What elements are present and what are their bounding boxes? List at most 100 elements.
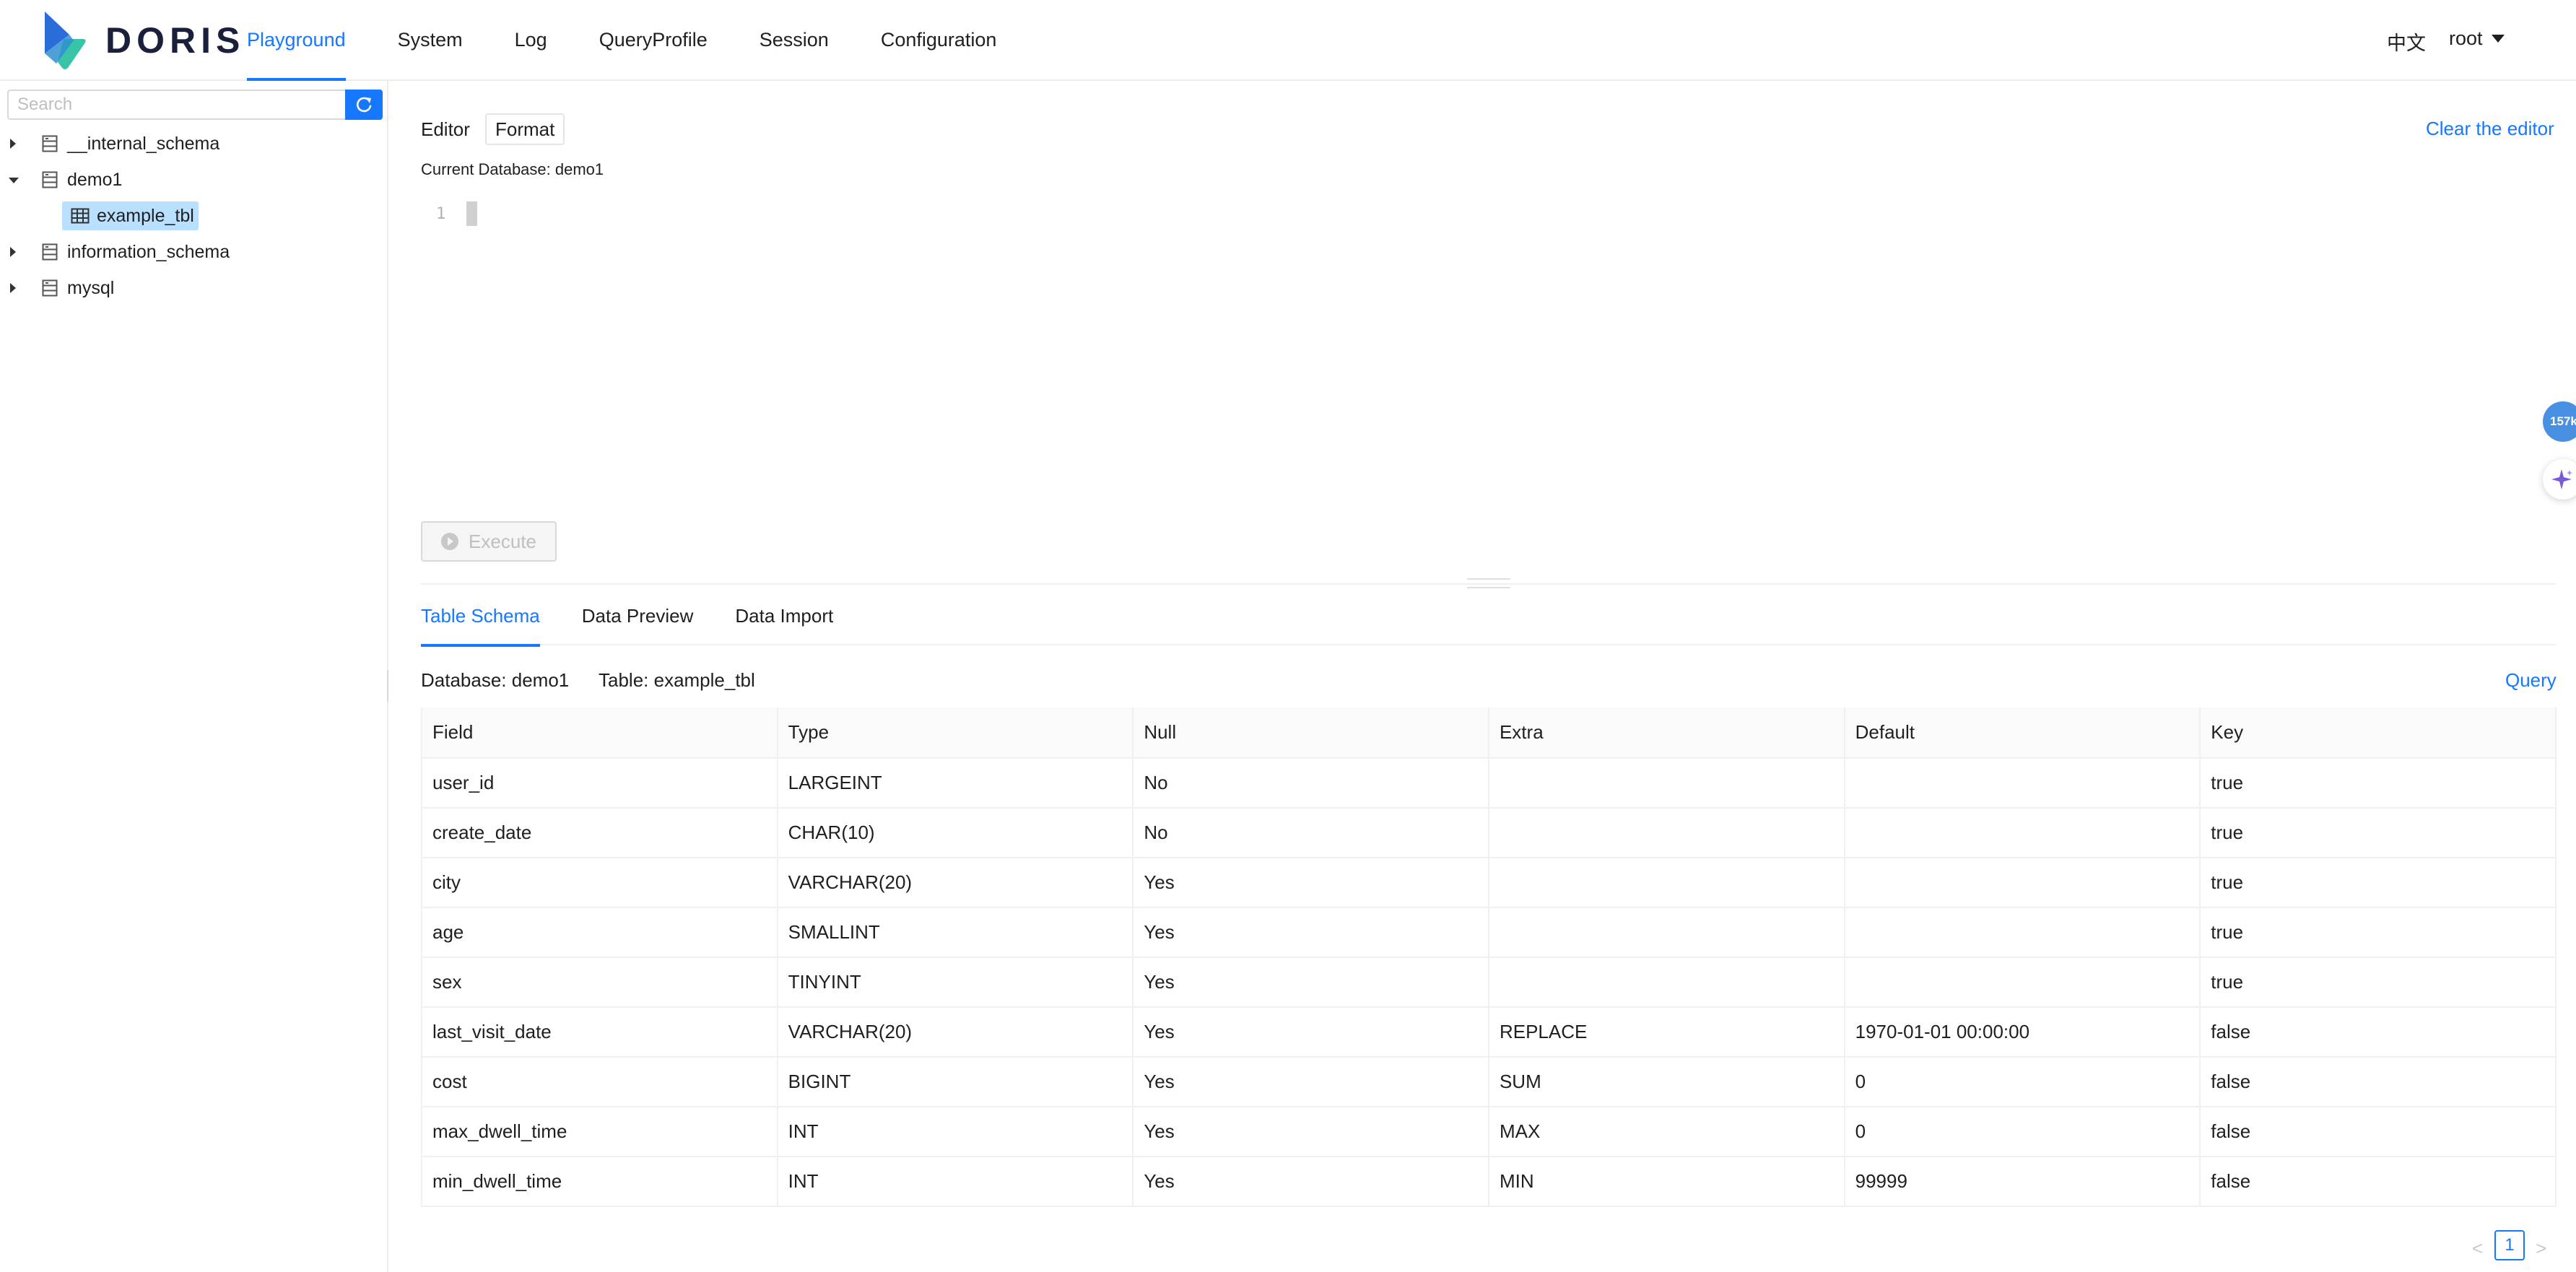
table-header-row: Field Type Null Extra Default Key xyxy=(421,707,2557,759)
tree-node-mysql[interactable]: mysql xyxy=(0,270,387,306)
language-switch[interactable]: 中文 xyxy=(2387,27,2426,56)
table-cell: 0 xyxy=(1844,1057,2201,1107)
table-cell xyxy=(1844,808,2201,858)
table-cell: cost xyxy=(421,1057,778,1107)
table-cell xyxy=(1844,858,2201,908)
refresh-button[interactable] xyxy=(345,90,383,120)
table-cell xyxy=(1488,758,1845,809)
table-row: city VARCHAR(20) Yes true xyxy=(421,858,2557,908)
table-cell: age xyxy=(421,907,778,958)
table-cell: 99999 xyxy=(1844,1156,2201,1207)
table-cell: Yes xyxy=(1133,1107,1489,1157)
table-cell: last_visit_date xyxy=(421,1007,778,1058)
column-header-default: Default xyxy=(1844,707,2201,759)
resize-handle[interactable] xyxy=(1467,578,1510,588)
tree-node-information-schema[interactable]: information_schema xyxy=(0,234,387,270)
caret-right-icon[interactable] xyxy=(10,283,16,293)
table-cell: VARCHAR(20) xyxy=(777,1007,1134,1058)
nav-queryprofile[interactable]: QueryProfile xyxy=(599,0,708,81)
editor-title: Editor xyxy=(421,118,470,140)
tree-node-demo1[interactable]: demo1 xyxy=(0,162,387,198)
table-cell xyxy=(1844,957,2201,1008)
sidebar-splitter[interactable] xyxy=(387,670,390,702)
tab-data-import[interactable]: Data Import xyxy=(735,593,833,645)
table-cell: SMALLINT xyxy=(777,907,1134,958)
pagination-next-button[interactable]: > xyxy=(2536,1237,2546,1260)
database-sidebar: __internal_schema demo1 example_tblinforma… xyxy=(0,81,388,1272)
tab-table-schema[interactable]: Table Schema xyxy=(421,593,540,647)
table-cell: city xyxy=(421,858,778,908)
table-cell: Yes xyxy=(1133,1156,1489,1207)
table-cell xyxy=(1488,808,1845,858)
tree-node-internal-schema[interactable]: __internal_schema xyxy=(0,126,387,162)
table-cell: false xyxy=(2200,1156,2557,1207)
pagination-prev-button[interactable]: < xyxy=(2472,1237,2483,1260)
column-header-type: Type xyxy=(777,707,1134,759)
table-row: cost BIGINT Yes SUM 0 false xyxy=(421,1057,2557,1107)
execute-label: Execute xyxy=(469,530,536,552)
tab-data-preview[interactable]: Data Preview xyxy=(582,593,694,645)
table-cell: create_date xyxy=(421,808,778,858)
clear-editor-link[interactable]: Clear the editor xyxy=(2426,118,2554,140)
doris-logo[interactable]: DORIS xyxy=(42,10,245,71)
table-cell xyxy=(1844,907,2201,958)
table-cell: sex xyxy=(421,957,778,1008)
search-input[interactable] xyxy=(7,90,345,120)
table-cell: true xyxy=(2200,907,2557,958)
table-row: max_dwell_time INT Yes MAX 0 false xyxy=(421,1107,2557,1157)
user-name: root xyxy=(2449,27,2483,49)
nav-session[interactable]: Session xyxy=(760,0,829,81)
table-cell: min_dwell_time xyxy=(421,1156,778,1207)
table-cell: 1970-01-01 00:00:00 xyxy=(1844,1007,2201,1058)
column-header-extra: Extra xyxy=(1488,707,1845,759)
result-tabs: Table Schema Data Preview Data Import xyxy=(421,593,2557,647)
table-cell: REPLACE xyxy=(1488,1007,1845,1058)
tree-node-table[interactable]: example_tbl xyxy=(0,198,387,234)
table-cell: LARGEINT xyxy=(777,758,1134,809)
pagination-page-1[interactable]: 1 xyxy=(2494,1230,2525,1260)
column-header-field: Field xyxy=(421,707,778,759)
table-cell: false xyxy=(2200,1007,2557,1058)
table-cell: true xyxy=(2200,957,2557,1008)
table-icon xyxy=(71,208,90,224)
caret-right-icon[interactable] xyxy=(10,139,16,149)
caret-down-icon xyxy=(2491,35,2505,43)
current-database-label: Current Database: demo1 xyxy=(421,160,604,178)
table-cell: INT xyxy=(777,1156,1134,1207)
schema-database-label: Database: demo1 xyxy=(421,669,570,691)
table-label: example_tbl xyxy=(97,205,194,226)
table-cell: max_dwell_time xyxy=(421,1107,778,1157)
database-icon xyxy=(42,135,58,152)
table-cell: Yes xyxy=(1133,1007,1489,1058)
user-menu[interactable]: root xyxy=(2449,27,2505,50)
database-icon xyxy=(42,171,58,188)
execute-button[interactable]: Execute xyxy=(421,521,557,562)
tree-node-label: information_schema xyxy=(67,242,230,262)
database-tree: __internal_schema demo1 example_tblinforma… xyxy=(0,126,387,306)
query-link[interactable]: Query xyxy=(2505,669,2557,692)
column-header-null: Null xyxy=(1133,707,1489,759)
column-header-key: Key xyxy=(2200,707,2557,759)
table-cell: Yes xyxy=(1133,1057,1489,1107)
table-cell: false xyxy=(2200,1057,2557,1107)
table-row: age SMALLINT Yes true xyxy=(421,907,2557,958)
database-icon xyxy=(42,243,58,261)
nav-configuration[interactable]: Configuration xyxy=(881,0,997,81)
table-cell: No xyxy=(1133,808,1489,858)
caret-right-icon[interactable] xyxy=(10,247,16,257)
selected-table-item[interactable]: example_tbl xyxy=(62,201,199,230)
tree-node-label: mysql xyxy=(67,278,115,298)
nav-playground[interactable]: Playground xyxy=(247,0,346,81)
table-row: min_dwell_time INT Yes MIN 99999 false xyxy=(421,1156,2557,1207)
format-button[interactable]: Format xyxy=(485,113,565,145)
nav-system[interactable]: System xyxy=(398,0,463,81)
nav-log[interactable]: Log xyxy=(515,0,547,81)
sql-editor[interactable] xyxy=(462,198,2556,501)
caret-down-icon[interactable] xyxy=(9,178,19,183)
table-row: user_id LARGEINT No true xyxy=(421,758,2557,809)
table-cell: true xyxy=(2200,808,2557,858)
table-cell: No xyxy=(1133,758,1489,809)
table-cell: 0 xyxy=(1844,1107,2201,1157)
brand-name: DORIS xyxy=(105,20,245,61)
table-body: user_id LARGEINT No true create_date CHAR(10)… xyxy=(421,758,2557,1207)
